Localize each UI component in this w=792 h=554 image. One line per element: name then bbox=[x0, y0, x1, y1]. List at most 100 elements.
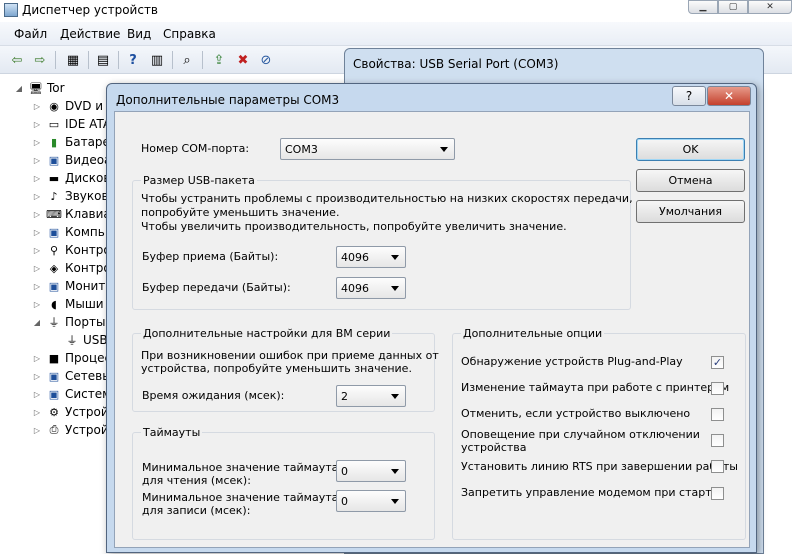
scan-hardware-icon[interactable]: ⌕ bbox=[178, 51, 196, 69]
disk-drive-icon: ▬ bbox=[48, 171, 60, 185]
maximize-button[interactable]: ▢ bbox=[718, 0, 748, 14]
properties-icon[interactable]: ▤ bbox=[94, 51, 112, 69]
expand-icon[interactable]: ▷ bbox=[32, 138, 42, 147]
sound-icon: ♪ bbox=[50, 189, 58, 203]
read-timeout-value: 0 bbox=[341, 465, 348, 478]
expand-icon[interactable]: ▷ bbox=[32, 228, 42, 237]
com-port-label: Номер COM-порта: bbox=[141, 142, 250, 155]
expand-icon[interactable]: ▷ bbox=[32, 390, 42, 399]
write-timeout-select[interactable]: 0 bbox=[336, 490, 406, 512]
expand-icon[interactable]: ▷ bbox=[32, 246, 42, 255]
cancel-button[interactable]: Отмена bbox=[636, 169, 745, 192]
expand-icon[interactable]: ▷ bbox=[32, 282, 42, 291]
collapse-icon[interactable]: ◢ bbox=[14, 84, 24, 93]
com-port-select[interactable]: COM3 bbox=[280, 138, 455, 160]
bm-desc-1: При возникновении ошибок при приеме данн… bbox=[141, 349, 439, 362]
tx-buffer-select[interactable]: 4096 bbox=[336, 277, 406, 299]
collapse-icon[interactable]: ◢ bbox=[32, 318, 42, 327]
tree-item[interactable]: ▷ ■ Процес bbox=[32, 349, 111, 367]
forward-icon[interactable]: ⇨ bbox=[31, 51, 49, 69]
option-plug-and-play-checkbox[interactable]: ✓ bbox=[711, 356, 724, 369]
timeouts-group-title: Таймауты bbox=[141, 426, 203, 439]
view-icon[interactable]: ▥ bbox=[148, 51, 166, 69]
tree-item[interactable]: ▷ ▣ Компь bbox=[32, 223, 105, 241]
tree-item-label: Мыши bbox=[65, 297, 104, 311]
tree-item[interactable]: ▷ ⚙ Устрой bbox=[32, 403, 109, 421]
menu-help[interactable]: Справка bbox=[163, 27, 216, 41]
option-surprise-removal-checkbox[interactable] bbox=[711, 434, 724, 447]
show-hide-tree-icon[interactable]: ▦ bbox=[64, 51, 82, 69]
uninstall-icon[interactable]: ✖ bbox=[234, 51, 252, 69]
tree-item[interactable]: ▷ ⚲ Контро bbox=[32, 241, 111, 259]
latency-label: Время ожидания (мсек): bbox=[142, 389, 285, 402]
close-button[interactable]: ✕ bbox=[707, 86, 751, 106]
expand-icon[interactable]: ▷ bbox=[32, 408, 42, 417]
help-button[interactable]: ? bbox=[672, 86, 706, 106]
tree-item[interactable]: ▷ ▣ Систем bbox=[32, 385, 111, 403]
menu-file[interactable]: Файл bbox=[14, 27, 47, 41]
expand-icon[interactable]: ▷ bbox=[32, 174, 42, 183]
tree-item[interactable]: ▷ ▭ IDE ATA bbox=[32, 115, 111, 133]
tree-item[interactable]: ▷ ▣ Сетевы bbox=[32, 367, 112, 385]
option-cancel-if-off-checkbox[interactable] bbox=[711, 408, 724, 421]
system-device-icon: ▣ bbox=[48, 387, 60, 401]
option-plug-and-play-label: Обнаружение устройств Plug-and-Play bbox=[461, 355, 683, 368]
menu-view[interactable]: Вид bbox=[127, 27, 151, 41]
ok-button[interactable]: OK bbox=[636, 138, 745, 161]
tree-item[interactable]: ▷ ▬ Дисков bbox=[32, 169, 111, 187]
option-rts-checkbox[interactable] bbox=[711, 460, 724, 473]
main-titlebar: Диспетчер устройств ▁ ▢ ✕ bbox=[0, 0, 792, 22]
imaging-device-icon: ⎙ bbox=[49, 423, 59, 436]
minimize-button[interactable]: ▁ bbox=[688, 0, 718, 14]
tree-item[interactable]: ▷ ▮ Батаре bbox=[32, 133, 110, 151]
help-icon[interactable]: ? bbox=[124, 51, 142, 69]
tree-item[interactable]: ▷ ◉ DVD и с bbox=[32, 97, 114, 115]
expand-icon[interactable]: ▷ bbox=[32, 102, 42, 111]
option-printer-timeout-checkbox[interactable] bbox=[711, 382, 724, 395]
tree-item[interactable]: ◢ ⏚ Порты bbox=[32, 313, 106, 331]
latency-value: 2 bbox=[341, 390, 348, 403]
tree-item[interactable]: ▷ ⌨ Клавиа bbox=[32, 205, 111, 223]
update-driver-icon[interactable]: ⇪ bbox=[210, 51, 228, 69]
expand-icon[interactable]: ▷ bbox=[32, 192, 42, 201]
tree-item-label: Дисков bbox=[65, 171, 111, 185]
com-port-value: COM3 bbox=[285, 143, 318, 156]
usb-group-title: Размер USB-пакета bbox=[141, 174, 257, 187]
expand-icon[interactable]: ▷ bbox=[32, 300, 42, 309]
rx-buffer-select[interactable]: 4096 bbox=[336, 246, 406, 268]
expand-icon[interactable]: ▷ bbox=[32, 354, 42, 363]
tree-item[interactable]: ▷ ▣ Видеоа bbox=[32, 151, 111, 169]
expand-icon[interactable]: ▷ bbox=[32, 264, 42, 273]
tree-item-label: Монит bbox=[65, 279, 106, 293]
tree-item[interactable]: ▷ ◈ Контро bbox=[32, 259, 111, 277]
expand-icon[interactable]: ▷ bbox=[32, 156, 42, 165]
rx-buffer-value: 4096 bbox=[341, 251, 369, 264]
option-disable-modem-checkbox[interactable] bbox=[711, 487, 724, 500]
expand-icon[interactable]: ▷ bbox=[32, 120, 42, 129]
back-icon[interactable]: ⇦ bbox=[8, 51, 26, 69]
options-group: Дополнительные опции Обнаружение устройс… bbox=[452, 327, 746, 540]
latency-select[interactable]: 2 bbox=[336, 385, 406, 407]
tree-item[interactable]: ▷ ⎙ Устрой bbox=[32, 421, 109, 439]
tree-item-label: Компь bbox=[65, 225, 105, 239]
disable-icon[interactable]: ⊘ bbox=[257, 51, 275, 69]
expand-icon[interactable]: ▷ bbox=[32, 210, 42, 219]
option-disable-modem-label: Запретить управление модемом при старте bbox=[461, 486, 719, 499]
expand-icon[interactable]: ▷ bbox=[32, 372, 42, 381]
defaults-button[interactable]: Умолчания bbox=[636, 200, 745, 223]
tree-item-label: Процес bbox=[65, 351, 112, 365]
tree-item[interactable]: ▷ ♪ Звуков bbox=[32, 187, 109, 205]
bm-desc-2: устройства, попробуйте уменьшить значени… bbox=[141, 362, 412, 375]
expand-icon[interactable]: ▷ bbox=[32, 426, 42, 435]
tree-item-selected[interactable]: ⏚ USB bbox=[50, 331, 108, 349]
tree-item[interactable]: ▷ ▣ Монит bbox=[32, 277, 105, 295]
properties-dialog-title: Свойства: USB Serial Port (COM3) bbox=[353, 57, 559, 71]
menu-action[interactable]: Действие bbox=[60, 27, 120, 41]
read-timeout-select[interactable]: 0 bbox=[336, 460, 406, 482]
close-window-button[interactable]: ✕ bbox=[748, 0, 792, 14]
bm-settings-group: Дополнительные настройки для BM серии Пр… bbox=[132, 327, 439, 412]
tree-item-label: Звуков bbox=[65, 189, 109, 203]
tx-buffer-value: 4096 bbox=[341, 282, 369, 295]
tree-item[interactable]: ▷ ◖ Мыши bbox=[32, 295, 104, 313]
tree-root[interactable]: ◢ 🖥 Tor bbox=[14, 79, 65, 97]
